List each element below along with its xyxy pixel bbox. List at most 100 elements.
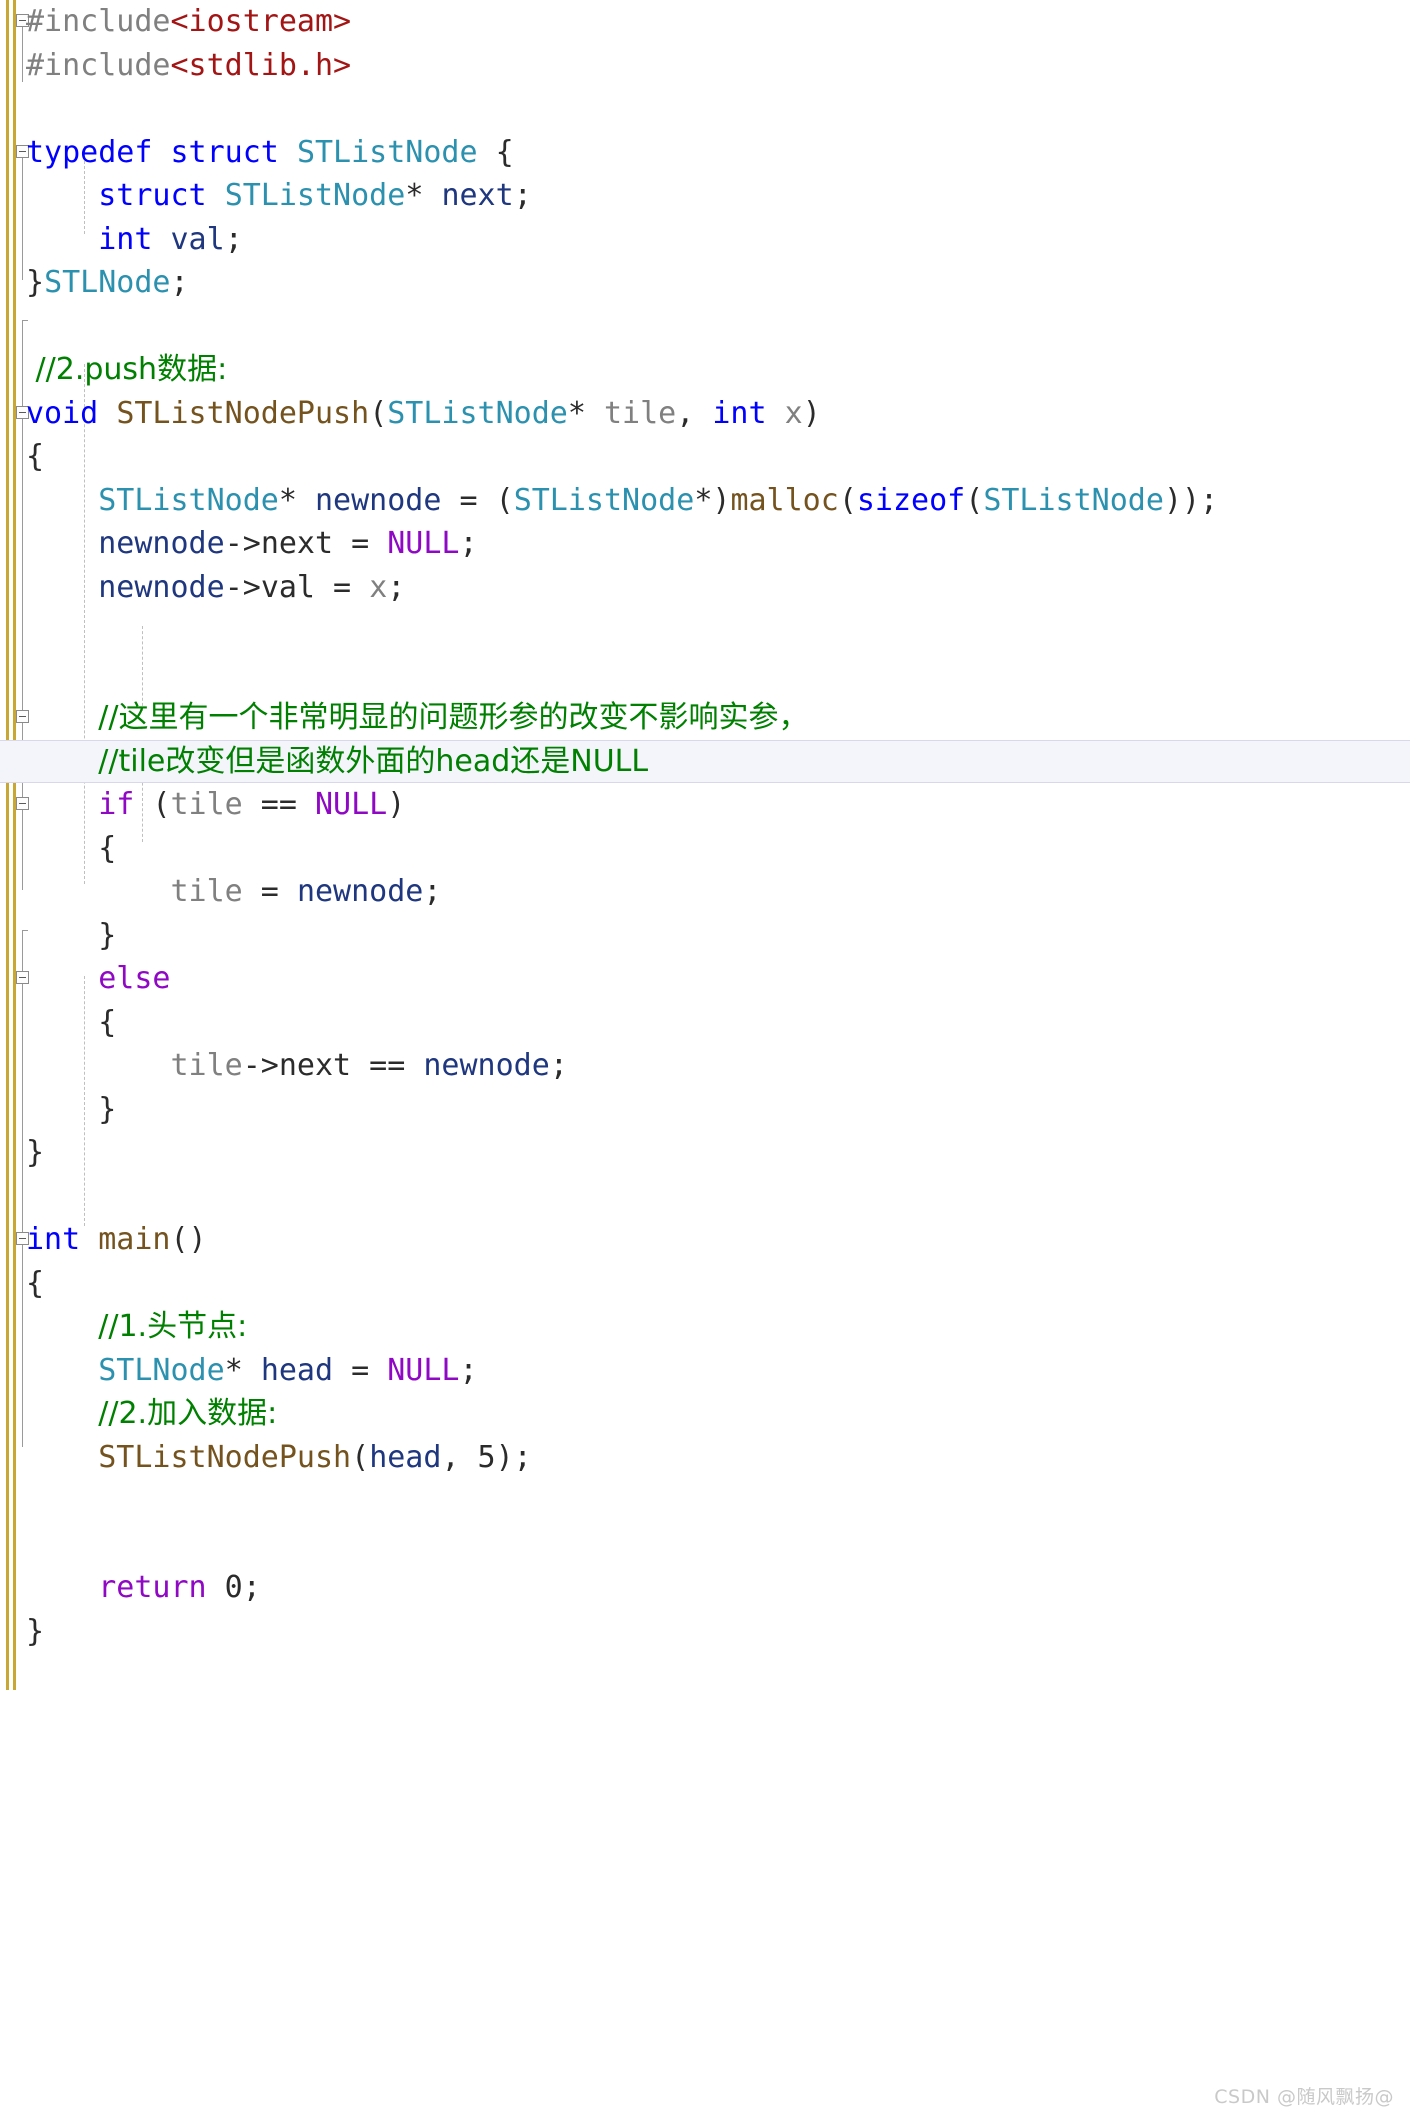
code-line[interactable]: #include<iostream>	[0, 0, 1410, 44]
code-line[interactable]: struct STListNode* next;	[0, 174, 1410, 218]
code-line[interactable]: //tile改变但是函数外面的head还是NULL	[0, 739, 1410, 783]
code-line[interactable]: tile->next == newnode;	[0, 1044, 1410, 1088]
code-token: newnode	[98, 569, 225, 605]
code-token: STLNode	[44, 265, 171, 300]
code-token: ->	[224, 569, 261, 605]
code-token: malloc	[730, 482, 839, 518]
code-line[interactable]: }	[0, 914, 1410, 958]
code-token: ;	[459, 1352, 478, 1388]
code-line[interactable]: }	[0, 1131, 1410, 1175]
code-token: struct	[98, 178, 207, 213]
code-token: //1.头节点:	[98, 1309, 248, 1344]
code-token: head	[369, 1439, 442, 1475]
code-line-text: {	[26, 1001, 116, 1045]
code-token: =	[315, 569, 370, 605]
code-line[interactable]	[0, 305, 1410, 349]
code-line[interactable]	[0, 87, 1410, 131]
code-token: //2.加入数据:	[98, 1396, 278, 1431]
code-token: {	[26, 830, 117, 866]
code-line[interactable]: int main()	[0, 1218, 1410, 1262]
code-token: *)	[694, 482, 731, 518]
code-line[interactable]: int val;	[0, 218, 1410, 262]
code-line-text: STListNodePush(head, 5);	[26, 1436, 532, 1480]
code-token: =	[333, 526, 388, 561]
code-line[interactable]: typedef struct STListNode {	[0, 131, 1410, 175]
code-line-text: }	[26, 1610, 44, 1654]
code-token: if	[98, 787, 135, 822]
code-token: ==	[242, 787, 315, 822]
code-line[interactable]: STLNode* head = NULL;	[0, 1349, 1410, 1393]
code-line[interactable]: //这里有一个非常明显的问题形参的改变不影响实参，	[0, 696, 1410, 740]
code-line-text: //这里有一个非常明显的问题形参的改变不影响实参，	[26, 696, 808, 740]
code-token: (	[369, 395, 388, 431]
code-line-text: void STListNodePush(STListNode* tile, in…	[26, 392, 821, 436]
code-token: 0;	[206, 1570, 261, 1605]
code-line[interactable]: return 0;	[0, 1566, 1410, 1610]
code-token: #include	[26, 47, 171, 83]
code-line[interactable]: tile = newnode;	[0, 870, 1410, 914]
code-line[interactable]: //1.头节点:	[0, 1305, 1410, 1349]
code-line[interactable]	[0, 1523, 1410, 1567]
code-token: (	[134, 787, 171, 822]
code-token: ;	[387, 569, 406, 605]
code-line[interactable]: }STLNode;	[0, 261, 1410, 305]
code-line[interactable]: STListNodePush(head, 5);	[0, 1436, 1410, 1480]
code-line[interactable]: }	[0, 1610, 1410, 1654]
code-token: <iostream>	[170, 4, 352, 39]
code-line[interactable]: //2.push数据:	[0, 348, 1410, 392]
code-line[interactable]	[0, 1175, 1410, 1219]
code-editor[interactable]: #include<iostream> #include<stdlib.h> type…	[0, 0, 1410, 2123]
code-token: else	[98, 961, 171, 996]
code-token: {	[26, 1265, 45, 1301]
code-line[interactable]	[0, 1479, 1410, 1523]
code-line[interactable]	[0, 609, 1410, 653]
code-token: ==	[351, 1048, 424, 1083]
code-line[interactable]: else	[0, 957, 1410, 1001]
code-token: x	[784, 395, 803, 431]
code-line[interactable]	[0, 653, 1410, 697]
code-line[interactable]: {	[0, 827, 1410, 871]
code-token: (	[965, 482, 984, 518]
code-token: STListNode	[296, 134, 478, 170]
code-token: tile	[170, 787, 243, 822]
code-token: , 5);	[441, 1439, 532, 1475]
code-token: next	[441, 178, 514, 213]
code-line[interactable]: newnode->next = NULL;	[0, 522, 1410, 566]
code-token: //tile改变但是函数外面的head还是NULL	[98, 743, 649, 779]
code-line[interactable]: {	[0, 1001, 1410, 1045]
code-token: = (	[441, 482, 514, 518]
code-lines-container[interactable]: #include<iostream> #include<stdlib.h> type…	[0, 0, 1410, 1653]
code-token: )	[802, 395, 821, 431]
code-token: NULL	[387, 1352, 460, 1388]
code-token: =	[242, 874, 297, 909]
code-line[interactable]: #include<stdlib.h>	[0, 44, 1410, 88]
code-line[interactable]: {	[0, 1262, 1410, 1306]
code-token: }	[26, 1613, 45, 1649]
code-token: newnode	[315, 482, 442, 518]
code-line[interactable]: {	[0, 435, 1410, 479]
code-token: newnode	[423, 1048, 550, 1083]
code-line[interactable]: }	[0, 1088, 1410, 1132]
code-line[interactable]: newnode->val = x;	[0, 566, 1410, 610]
code-token: int	[98, 221, 153, 257]
code-line-text: }	[26, 914, 116, 958]
code-token: x	[369, 569, 388, 605]
code-line-text: tile->next == newnode;	[26, 1044, 568, 1088]
code-token: tile	[170, 874, 243, 909]
code-line-text: {	[26, 827, 116, 871]
code-line[interactable]: //2.加入数据:	[0, 1392, 1410, 1436]
code-token: STLNode	[98, 1352, 225, 1388]
code-line[interactable]: void STListNodePush(STListNode* tile, in…	[0, 392, 1410, 436]
code-line[interactable]: if (tile == NULL)	[0, 783, 1410, 827]
code-token: (	[351, 1439, 370, 1475]
code-line[interactable]: STListNode* newnode = (STListNode*)mallo…	[0, 479, 1410, 523]
code-token: head	[260, 1352, 334, 1388]
